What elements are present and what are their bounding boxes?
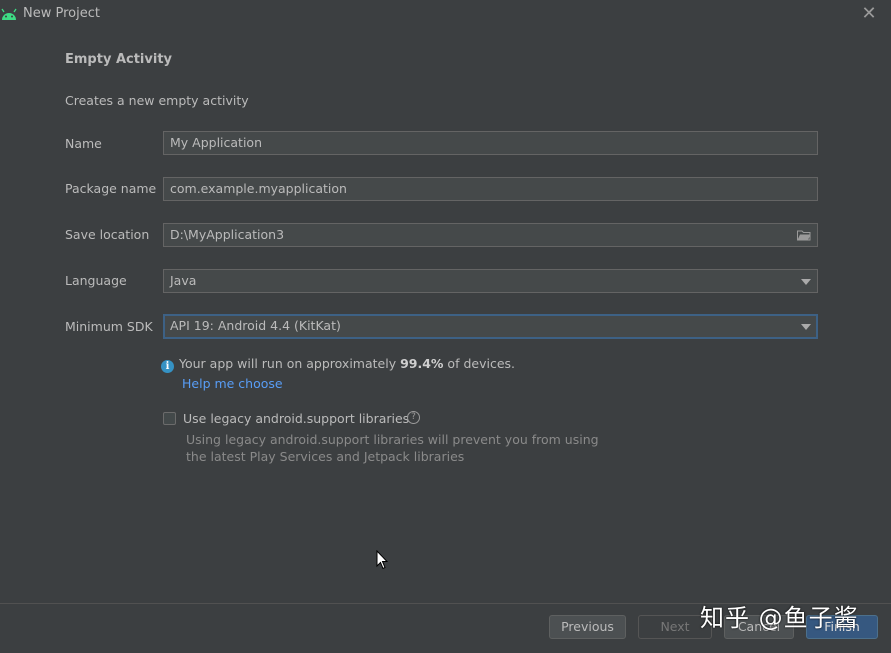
minimum-sdk-select[interactable]: API 19: Android 4.4 (KitKat) xyxy=(163,314,818,339)
legacy-support-label[interactable]: Use legacy android.support libraries xyxy=(183,411,409,426)
save-location-label: Save location xyxy=(65,227,150,242)
language-value: Java xyxy=(170,273,197,288)
save-location-input[interactable]: D:\MyApplication3 xyxy=(163,223,818,247)
save-location-value: D:\MyApplication3 xyxy=(170,227,285,242)
template-description: Creates a new empty activity xyxy=(65,93,249,108)
help-me-choose-link[interactable]: Help me choose xyxy=(182,376,283,391)
legacy-desc-line-1: Using legacy android.support libraries w… xyxy=(186,432,599,447)
close-icon[interactable]: ✕ xyxy=(858,3,880,25)
coverage-suffix: of devices. xyxy=(443,356,515,371)
cancel-button[interactable]: Cancel xyxy=(724,615,794,639)
package-name-value: com.example.myapplication xyxy=(170,181,347,196)
package-name-label: Package name xyxy=(65,181,157,196)
name-input[interactable]: My Application xyxy=(163,131,818,155)
language-label: Language xyxy=(65,273,127,288)
android-icon xyxy=(1,8,17,20)
name-value: My Application xyxy=(170,135,262,150)
new-project-dialog: New Project ✕ Empty Activity Creates a n… xyxy=(0,0,891,653)
package-name-input[interactable]: com.example.myapplication xyxy=(163,177,818,201)
next-button[interactable]: Next xyxy=(638,615,712,639)
legacy-support-checkbox[interactable] xyxy=(163,412,176,425)
finish-button[interactable]: Finish xyxy=(806,615,878,639)
window-title: New Project xyxy=(23,6,100,21)
title-bar: New Project ✕ xyxy=(0,0,891,30)
info-icon: i xyxy=(161,360,174,373)
name-label: Name xyxy=(65,136,102,151)
language-select[interactable]: Java xyxy=(163,269,818,293)
chevron-down-icon xyxy=(801,324,811,330)
previous-button[interactable]: Previous xyxy=(549,615,626,639)
minimum-sdk-value: API 19: Android 4.4 (KitKat) xyxy=(170,318,341,333)
legacy-desc-line-2: the latest Play Services and Jetpack lib… xyxy=(186,449,465,464)
minimum-sdk-label: Minimum SDK xyxy=(65,319,153,334)
footer-divider xyxy=(0,603,891,604)
template-heading: Empty Activity xyxy=(65,52,173,67)
mouse-pointer-icon xyxy=(376,550,388,570)
question-icon[interactable]: ? xyxy=(407,411,420,424)
device-coverage-info: i Your app will run on approximately 99.4… xyxy=(161,356,515,373)
folder-icon[interactable] xyxy=(797,229,811,241)
coverage-percent: 99.4% xyxy=(400,356,444,371)
chevron-down-icon xyxy=(801,279,811,285)
coverage-prefix: Your app will run on approximately xyxy=(179,356,401,371)
